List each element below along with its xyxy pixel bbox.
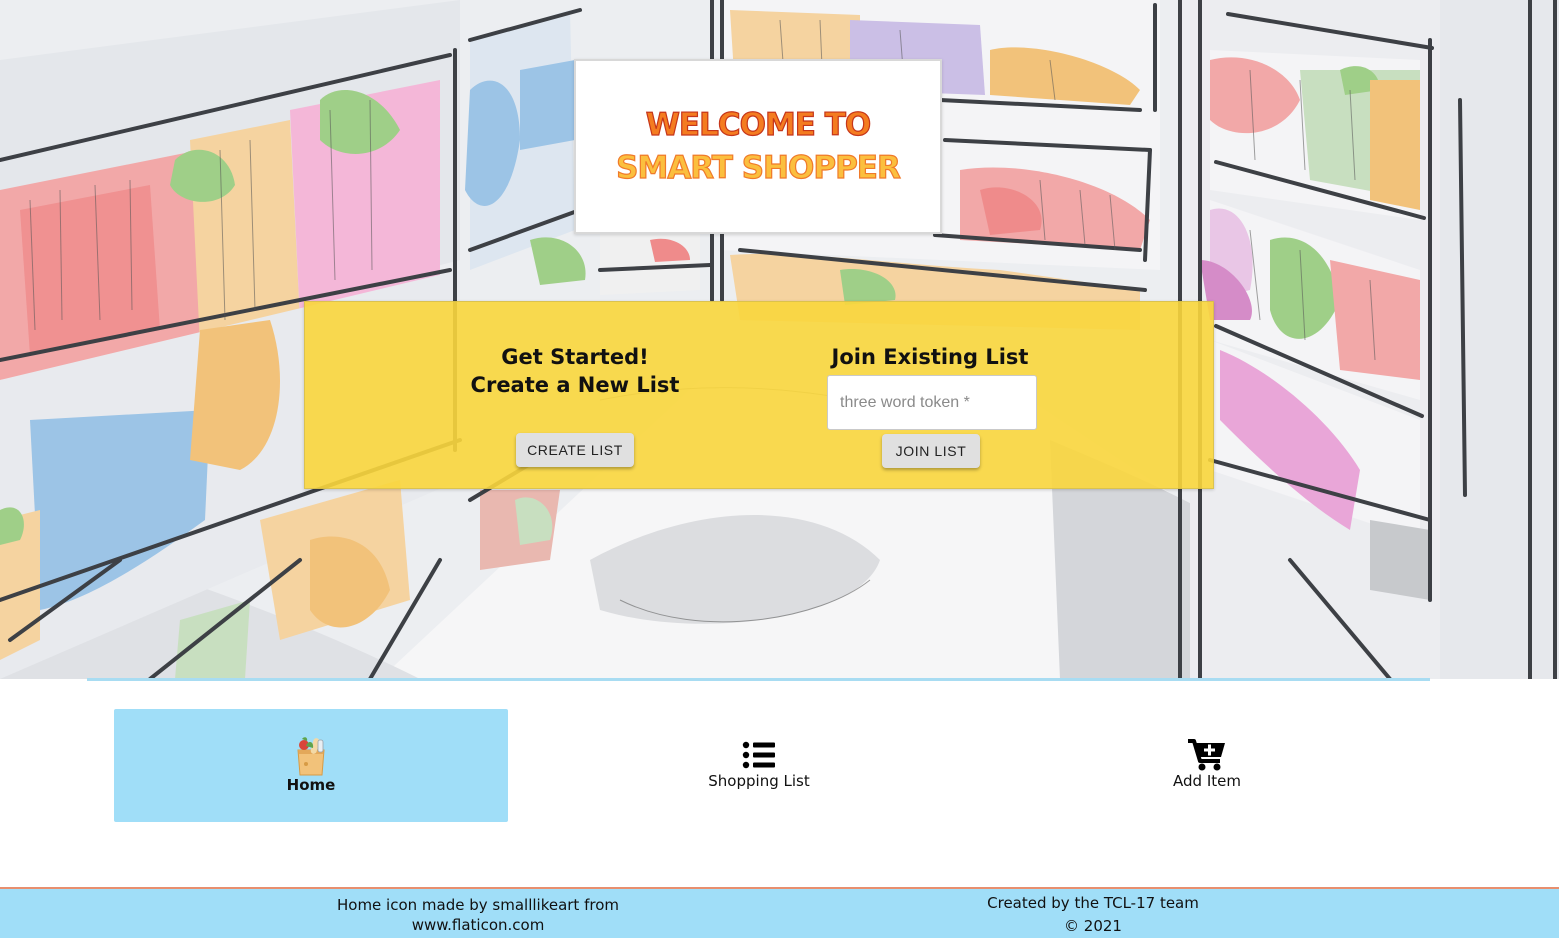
icon-attribution-line1: Home icon made by smalllikeart from <box>336 896 619 914</box>
nav-shopping-list-label: Shopping List <box>708 772 810 790</box>
cart-plus-icon <box>1188 739 1226 775</box>
footer: Home icon made by smalllikeart from www.… <box>0 887 1559 938</box>
create-heading-line2: Create a New List <box>470 373 680 397</box>
nav-home[interactable]: Home <box>114 709 508 822</box>
icon-attribution: Home icon made by smalllikeart from www.… <box>330 895 626 935</box>
join-list-section: Join Existing List JOIN LIST <box>785 302 1075 468</box>
welcome-title-line1: WELCOME TO <box>645 106 872 143</box>
list-icon <box>742 741 776 773</box>
create-heading-line1: Get Started! <box>501 345 649 369</box>
nav-shopping-list[interactable]: Shopping List <box>562 709 956 822</box>
join-list-button[interactable]: JOIN LIST <box>882 434 980 468</box>
nav-home-label: Home <box>286 776 336 794</box>
list-action-panel: Get Started! Create a New List CREATE LI… <box>304 301 1214 489</box>
create-list-section: Get Started! Create a New List CREATE LI… <box>435 302 715 467</box>
create-list-heading: Get Started! Create a New List <box>435 343 715 399</box>
nav-add-item-label: Add Item <box>1173 772 1241 790</box>
copyright-line: © 2021 <box>1064 917 1122 935</box>
icon-attribution-line2[interactable]: www.flaticon.com <box>412 916 545 934</box>
nav-add-item[interactable]: Add Item <box>1010 709 1404 822</box>
team-credit-line: Created by the TCL-17 team <box>987 894 1199 912</box>
create-list-button[interactable]: CREATE LIST <box>516 433 634 467</box>
team-credit: Created by the TCL-17 team © 2021 <box>960 892 1226 938</box>
grocery-bag-icon <box>294 736 328 780</box>
join-list-heading: Join Existing List <box>831 345 1029 369</box>
welcome-card: WELCOME TO SMART SHOPPER <box>574 59 942 234</box>
welcome-title-line2: SMART SHOPPER <box>616 149 902 186</box>
bottom-navigation: Home Shopping List Add Item <box>0 681 1559 887</box>
token-input[interactable] <box>827 375 1037 430</box>
